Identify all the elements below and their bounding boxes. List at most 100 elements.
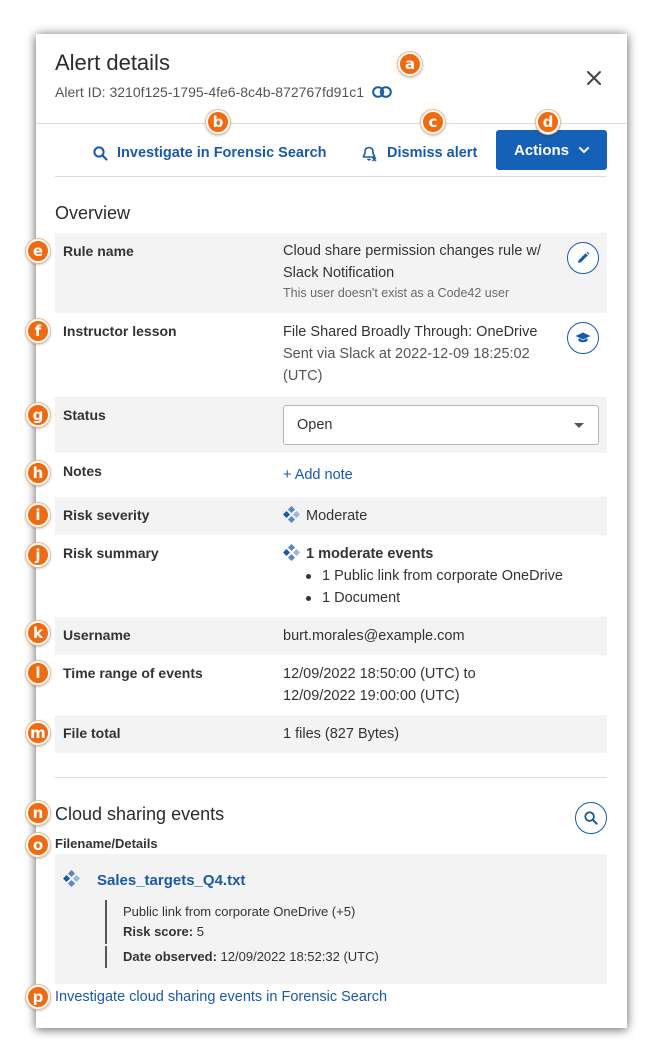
username-label: Username	[63, 627, 131, 643]
investigate-forensic-search-button[interactable]: Investigate in Forensic Search	[93, 138, 327, 168]
edit-rule-button[interactable]	[567, 242, 599, 274]
risk-score-value: 5	[196, 924, 204, 939]
callout-badge: i	[26, 503, 50, 527]
risk-severity-row: Risk severity Moderate	[55, 497, 607, 535]
lesson-button[interactable]	[567, 322, 599, 354]
time-range-row: Time range of events 12/09/2022 18:50:00…	[55, 655, 607, 715]
username-row: Username burt.morales@example.com	[55, 617, 607, 655]
alert-details-panel: Alert details Alert ID: 3210f125-1795-4f…	[36, 34, 627, 1028]
risk-score-label: Risk score:	[123, 924, 194, 939]
alert-id-row: Alert ID: 3210f125-1795-4fe6-8c4b-872767…	[55, 84, 392, 100]
callout-badge: h	[26, 461, 50, 485]
notes-row: Notes + Add note	[55, 453, 607, 497]
panel-header: Alert details Alert ID: 3210f125-1795-4f…	[36, 34, 627, 124]
time-range-line2: 12/09/2022 19:00:00 (UTC)	[283, 688, 460, 704]
lesson-title: File Shared Broadly Through: OneDrive	[283, 324, 538, 340]
callout-badge: p	[26, 985, 50, 1009]
investigate-cloud-sharing-link[interactable]: Investigate cloud sharing events in Fore…	[55, 989, 387, 1005]
dismiss-label: Dismiss alert	[387, 145, 478, 161]
cloud-sharing-title: Cloud sharing events	[55, 804, 225, 824]
time-range-line1: 12/09/2022 18:50:00 (UTC) to	[283, 666, 476, 682]
pencil-icon	[578, 251, 590, 263]
risk-summary-list: 1 Public link from corporate OneDrive 1 …	[283, 565, 563, 609]
rule-name-value: Cloud share permission changes rule w/ S…	[283, 240, 541, 302]
search-icon	[93, 145, 108, 161]
file-event-description: Public link from corporate OneDrive (+5)	[123, 904, 356, 919]
section-divider	[55, 777, 607, 778]
actions-dropdown-button[interactable]: Actions	[496, 130, 607, 170]
risk-summary-label: Risk summary	[63, 545, 159, 561]
status-label: Status	[63, 407, 106, 423]
callout-badge: o	[26, 833, 50, 857]
chevron-down-icon	[579, 146, 589, 153]
caret-down-icon	[574, 423, 584, 428]
time-range-label: Time range of events	[63, 665, 203, 681]
list-item: 1 Document	[303, 587, 563, 609]
toolbar-divider	[55, 176, 607, 177]
close-icon[interactable]	[584, 68, 604, 88]
diamond-cluster-icon	[62, 869, 81, 892]
add-note-link[interactable]: + Add note	[283, 464, 353, 486]
risk-summary-row: Risk summary 1 moderate events 1 Public …	[55, 535, 607, 617]
risk-severity-label: Risk severity	[63, 507, 150, 523]
callout-badge: k	[26, 621, 50, 645]
time-range-value: 12/09/2022 18:50:00 (UTC) to 12/09/2022 …	[283, 663, 476, 707]
overview-title: Overview	[55, 203, 131, 223]
diamond-cluster-icon	[283, 506, 300, 523]
rule-name-line2: Slack Notification	[283, 265, 395, 281]
file-date-detail: Date observed: 12/09/2022 18:52:32 (UTC)	[105, 946, 379, 968]
rule-name-line1: Cloud share permission changes rule w/	[283, 243, 541, 259]
callout-badge: c	[421, 110, 445, 134]
risk-severity-value: Moderate	[283, 505, 367, 527]
callout-badge: a	[398, 52, 422, 76]
search-icon	[584, 811, 598, 825]
file-event-detail: Public link from corporate OneDrive (+5)…	[105, 900, 355, 944]
file-total-row: File total 1 files (827 Bytes)	[55, 715, 607, 753]
file-total-value: 1 files (827 Bytes)	[283, 726, 400, 742]
instructor-lesson-value: File Shared Broadly Through: OneDrive Se…	[283, 321, 537, 387]
status-row: Status Open	[55, 397, 607, 453]
date-observed-value: 12/09/2022 18:52:32 (UTC)	[220, 949, 379, 964]
graduation-cap-icon	[575, 332, 591, 343]
alert-id-text: Alert ID: 3210f125-1795-4fe6-8c4b-872767…	[55, 84, 364, 100]
username-value: burt.morales@example.com	[283, 628, 465, 644]
diamond-cluster-icon	[283, 544, 300, 561]
investigate-label: Investigate in Forensic Search	[117, 145, 327, 161]
callout-badge: n	[26, 801, 50, 825]
callout-badge: l	[26, 661, 50, 685]
instructor-lesson-label: Instructor lesson	[63, 323, 177, 339]
callout-badge: d	[536, 110, 560, 134]
callout-badge: j	[26, 543, 50, 567]
callout-badge: m	[26, 721, 50, 745]
status-selected-value: Open	[297, 417, 333, 433]
file-name-link[interactable]: Sales_targets_Q4.txt	[97, 872, 245, 889]
severity-text: Moderate	[306, 508, 368, 524]
file-event-card: Sales_targets_Q4.txt Public link from co…	[55, 854, 607, 984]
notes-label: Notes	[63, 463, 102, 479]
bell-off-icon	[362, 146, 377, 162]
dismiss-alert-button[interactable]: Dismiss alert	[360, 138, 477, 168]
callout-badge: f	[26, 319, 50, 343]
link-icon[interactable]	[372, 86, 392, 98]
filename-details-header: Filename/Details	[55, 836, 158, 851]
cloud-sharing-search-button[interactable]	[575, 802, 607, 834]
date-observed-label: Date observed:	[123, 949, 217, 964]
rule-name-label: Rule name	[63, 243, 134, 259]
rule-name-row: Rule name Cloud share permission changes…	[55, 233, 607, 313]
risk-summary-headline: 1 moderate events	[283, 543, 563, 565]
risk-summary-value: 1 moderate events 1 Public link from cor…	[283, 543, 563, 609]
file-total-label: File total	[63, 725, 121, 741]
list-item: 1 Public link from corporate OneDrive	[303, 565, 563, 587]
lesson-sent-line2: (UTC)	[283, 368, 323, 384]
risk-summary-headline-text: 1 moderate events	[306, 546, 434, 562]
page-title: Alert details	[55, 50, 170, 75]
action-toolbar: Investigate in Forensic Search Dismiss a…	[36, 130, 627, 176]
callout-badge: g	[26, 403, 50, 427]
lesson-sent-line1: Sent via Slack at 2022-12-09 18:25:02	[283, 346, 530, 362]
actions-label: Actions	[513, 141, 569, 159]
callout-badge: b	[206, 110, 230, 134]
rule-name-note: This user doesn't exist as a Code42 user	[283, 286, 510, 300]
risk-score: Risk score: 5	[123, 922, 355, 942]
callout-badge: e	[26, 239, 50, 263]
status-select[interactable]: Open	[283, 405, 599, 445]
